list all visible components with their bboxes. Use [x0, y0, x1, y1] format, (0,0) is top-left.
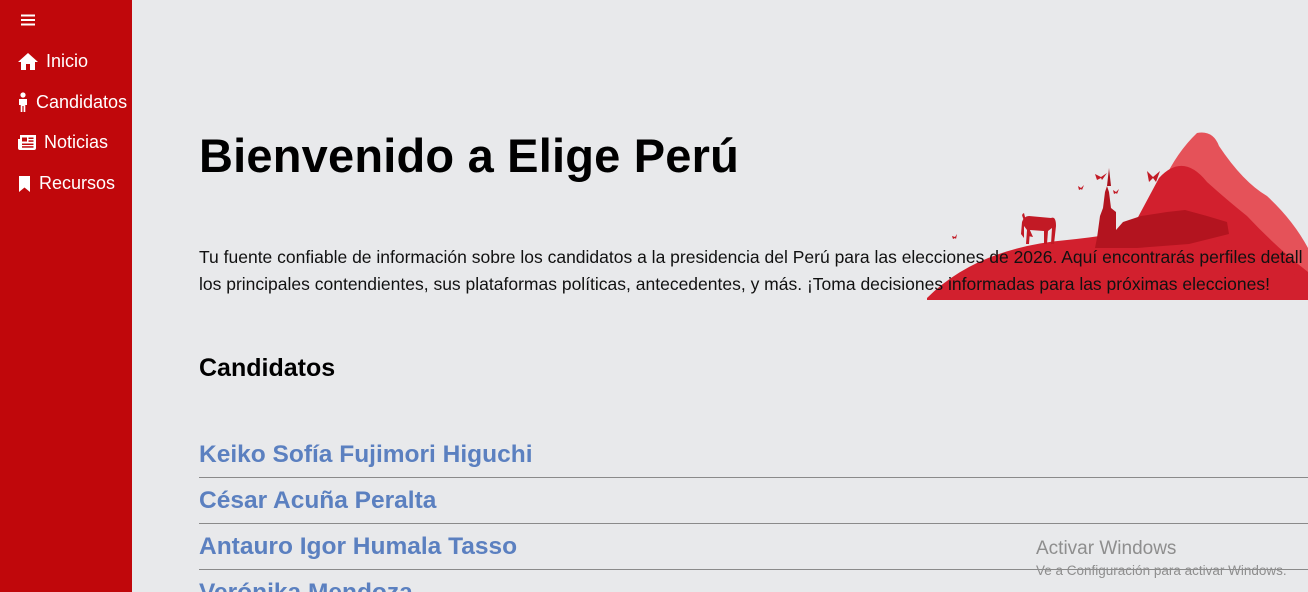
sidebar-item-label: Candidatos — [36, 92, 128, 112]
watermark-title: Activar Windows — [1036, 538, 1177, 559]
sidebar-item-recursos[interactable]: Recursos — [18, 173, 115, 194]
newspaper-icon — [17, 134, 37, 151]
home-icon — [17, 52, 39, 71]
intro-line: Tu fuente confiable de información sobre… — [199, 247, 1303, 267]
candidate-link[interactable]: Keiko Sofía Fujimori Higuchi — [199, 441, 533, 469]
sidebar-item-label: Noticias — [44, 132, 109, 152]
candidate-link[interactable]: Verónika Mendoza — [199, 579, 413, 592]
list-item: César Acuña Peralta — [199, 478, 1308, 524]
intro-paragraph: Tu fuente confiable de información sobre… — [199, 244, 1308, 298]
hamburger-icon — [21, 14, 35, 26]
page-title: Bienvenido a Elige Perú — [199, 129, 740, 182]
candidate-link[interactable]: Antauro Igor Humala Tasso — [199, 533, 517, 561]
sidebar-item-candidatos[interactable]: Candidatos — [16, 92, 127, 113]
section-title: Candidatos — [199, 354, 336, 382]
main-content: Bienvenido a Elige Perú Tu fuente confia… — [132, 0, 1308, 592]
bookmark-icon — [18, 175, 31, 193]
candidate-link[interactable]: César Acuña Peralta — [199, 487, 436, 515]
sidebar-item-noticias[interactable]: Noticias — [17, 132, 108, 153]
person-icon — [16, 92, 30, 113]
sidebar: Inicio Candidatos Noticias Recursos — [0, 0, 132, 592]
sidebar-item-label: Inicio — [46, 51, 89, 71]
intro-line: los principales contendientes, sus plata… — [199, 274, 1270, 294]
list-item: Keiko Sofía Fujimori Higuchi — [199, 432, 1308, 478]
sidebar-item-inicio[interactable]: Inicio — [17, 51, 88, 72]
menu-toggle-button[interactable] — [21, 12, 37, 28]
sidebar-item-label: Recursos — [39, 173, 116, 193]
watermark-subtitle: Ve a Configuración para activar Windows. — [1036, 563, 1287, 578]
windows-activation-watermark: Activar Windows Ve a Configuración para … — [1036, 538, 1287, 580]
